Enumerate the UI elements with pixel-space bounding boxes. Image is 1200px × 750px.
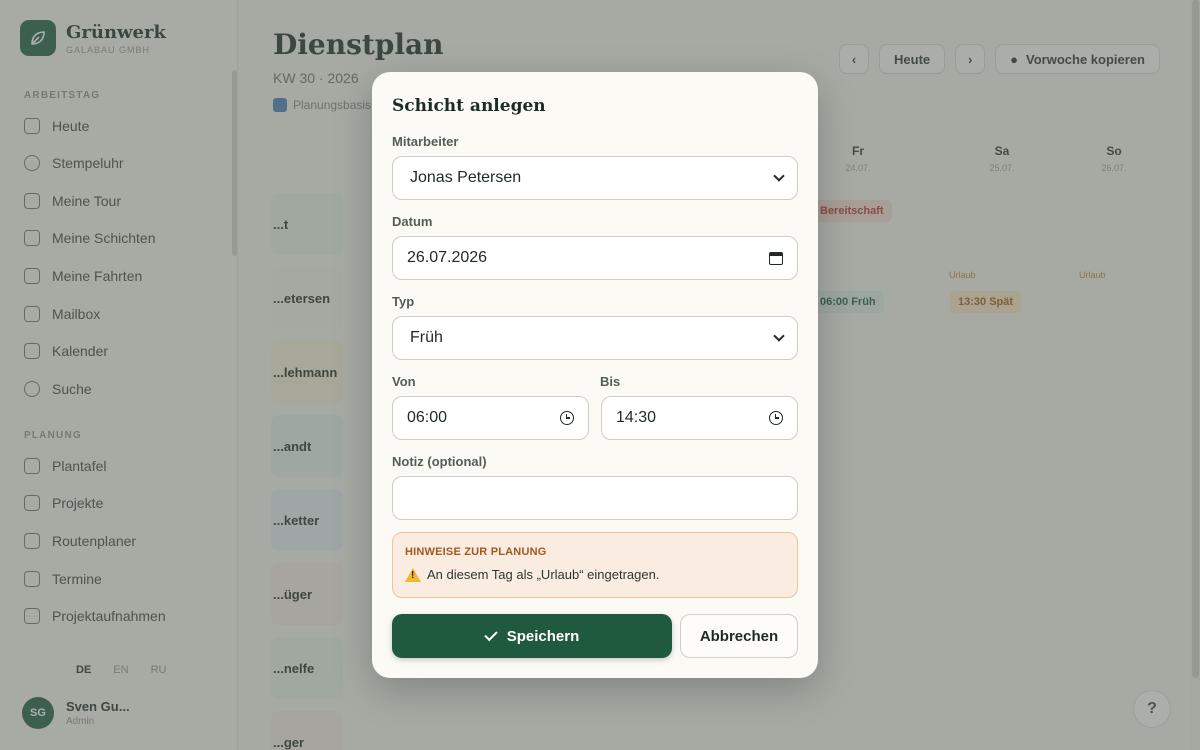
- note-label: Notiz (optional): [392, 454, 487, 469]
- employee-select-value: Jonas Petersen: [410, 169, 522, 186]
- check-icon: [484, 627, 498, 641]
- from-label: Von: [392, 374, 416, 389]
- calendar-icon[interactable]: [769, 251, 783, 265]
- date-label: Datum: [392, 214, 433, 229]
- save-button[interactable]: Speichern: [392, 614, 672, 658]
- to-label: Bis: [600, 374, 621, 389]
- date-field[interactable]: 26.07.2026: [392, 236, 798, 280]
- to-time-field[interactable]: 14:30: [601, 396, 798, 440]
- dialog-title: Schicht anlegen: [392, 96, 546, 116]
- date-field-value: 26.07.2026: [407, 249, 488, 266]
- chevron-down-icon: [773, 170, 785, 182]
- type-label: Typ: [392, 294, 415, 309]
- notice-message: An diesem Tag als „Urlaub“ eingetragen.: [405, 567, 785, 582]
- to-time-value: 14:30: [616, 409, 657, 426]
- cancel-button[interactable]: Abbrechen: [680, 614, 798, 658]
- clock-icon[interactable]: [560, 411, 574, 425]
- type-select-value: Früh: [410, 329, 443, 346]
- warning-icon: [405, 567, 421, 582]
- from-time-value: 06:00: [407, 409, 448, 426]
- clock-icon[interactable]: [769, 411, 783, 425]
- employee-select[interactable]: Jonas Petersen: [392, 156, 798, 200]
- from-time-field[interactable]: 06:00: [392, 396, 589, 440]
- chevron-down-icon: [773, 330, 785, 342]
- notice-title: HINWEISE ZUR PLANUNG: [405, 546, 547, 558]
- type-select[interactable]: Früh: [392, 316, 798, 360]
- shift-dialog: Schicht anlegen Mitarbeiter Jonas Peters…: [372, 72, 818, 678]
- employee-label: Mitarbeiter: [392, 134, 459, 149]
- note-input[interactable]: [392, 476, 798, 520]
- planning-notice: HINWEISE ZUR PLANUNG An diesem Tag als „…: [392, 532, 798, 598]
